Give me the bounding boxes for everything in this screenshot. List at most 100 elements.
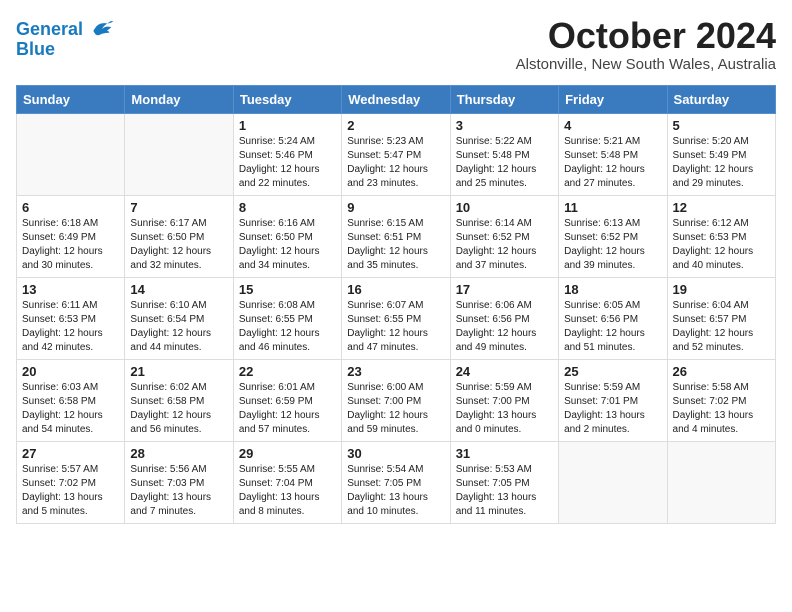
- day-info: Sunrise: 6:17 AM Sunset: 6:50 PM Dayligh…: [130, 217, 227, 273]
- calendar-cell: [17, 113, 125, 195]
- logo-text-blue: Blue: [16, 40, 55, 60]
- day-number: 5: [673, 118, 770, 133]
- day-info: Sunrise: 6:01 AM Sunset: 6:59 PM Dayligh…: [239, 381, 336, 437]
- calendar-cell: 29Sunrise: 5:55 AM Sunset: 7:04 PM Dayli…: [233, 441, 341, 523]
- day-info: Sunrise: 6:16 AM Sunset: 6:50 PM Dayligh…: [239, 217, 336, 273]
- day-number: 18: [564, 282, 661, 297]
- calendar-cell: 1 Sunrise: 5:24 AM Sunset: 5:46 PM Daylig…: [233, 113, 341, 195]
- day-number: 20: [22, 364, 119, 379]
- calendar-cell: 23 Sunrise: 6:00 AM Sunset: 7:00 PM Dayli…: [342, 359, 450, 441]
- day-number: 14: [130, 282, 227, 297]
- calendar-cell: 17 Sunrise: 6:06 AM Sunset: 6:56 PM Dayli…: [450, 277, 558, 359]
- day-number: 8: [239, 200, 336, 215]
- day-number: 26: [673, 364, 770, 379]
- weekday-header-thursday: Thursday: [450, 85, 558, 113]
- day-number: 4: [564, 118, 661, 133]
- day-info: Sunrise: 6:05 AM Sunset: 6:56 PM Dayligh…: [564, 299, 661, 355]
- weekday-header-friday: Friday: [559, 85, 667, 113]
- calendar-cell: 26 Sunrise: 5:58 AM Sunset: 7:02 PM Dayli…: [667, 359, 775, 441]
- calendar-cell: 18 Sunrise: 6:05 AM Sunset: 6:56 PM Dayli…: [559, 277, 667, 359]
- day-number: 15: [239, 282, 336, 297]
- calendar-cell: 21 Sunrise: 6:02 AM Sunset: 6:58 PM Dayli…: [125, 359, 233, 441]
- day-info: Sunrise: 5:23 AM Sunset: 5:47 PM Dayligh…: [347, 135, 444, 191]
- calendar-cell: 14Sunrise: 6:10 AM Sunset: 6:54 PM Dayli…: [125, 277, 233, 359]
- day-info: Sunrise: 5:54 AM Sunset: 7:05 PM Dayligh…: [347, 463, 444, 519]
- day-number: 10: [456, 200, 553, 215]
- weekday-header-row: SundayMondayTuesdayWednesdayThursdayFrid…: [17, 85, 776, 113]
- day-number: 22: [239, 364, 336, 379]
- title-block: October 2024 Alstonville, New South Wale…: [516, 16, 776, 73]
- calendar-cell: 31Sunrise: 5:53 AM Sunset: 7:05 PM Dayli…: [450, 441, 558, 523]
- calendar-cell: 9 Sunrise: 6:15 AM Sunset: 6:51 PM Daylig…: [342, 195, 450, 277]
- calendar-cell: 10 Sunrise: 6:14 AM Sunset: 6:52 PM Dayli…: [450, 195, 558, 277]
- calendar-table: SundayMondayTuesdayWednesdayThursdayFrid…: [16, 85, 776, 524]
- calendar-cell: [667, 441, 775, 523]
- calendar-cell: 15 Sunrise: 6:08 AM Sunset: 6:55 PM Dayli…: [233, 277, 341, 359]
- day-info: Sunrise: 6:04 AM Sunset: 6:57 PM Dayligh…: [673, 299, 770, 355]
- day-number: 2: [347, 118, 444, 133]
- day-number: 24: [456, 364, 553, 379]
- calendar-cell: 27Sunrise: 5:57 AM Sunset: 7:02 PM Dayli…: [17, 441, 125, 523]
- day-info: Sunrise: 6:14 AM Sunset: 6:52 PM Dayligh…: [456, 217, 553, 273]
- day-info: Sunrise: 6:00 AM Sunset: 7:00 PM Dayligh…: [347, 381, 444, 437]
- day-number: 23: [347, 364, 444, 379]
- week-row-1: 1 Sunrise: 5:24 AM Sunset: 5:46 PM Daylig…: [17, 113, 776, 195]
- calendar-cell: 19 Sunrise: 6:04 AM Sunset: 6:57 PM Dayli…: [667, 277, 775, 359]
- page-header: General Blue October 2024 Alstonville, N…: [16, 16, 776, 73]
- day-number: 19: [673, 282, 770, 297]
- calendar-cell: 22 Sunrise: 6:01 AM Sunset: 6:59 PM Dayli…: [233, 359, 341, 441]
- day-info: Sunrise: 5:20 AM Sunset: 5:49 PM Dayligh…: [673, 135, 770, 191]
- day-number: 12: [673, 200, 770, 215]
- day-info: Sunrise: 5:53 AM Sunset: 7:05 PM Dayligh…: [456, 463, 553, 519]
- day-info: Sunrise: 6:11 AM Sunset: 6:53 PM Dayligh…: [22, 299, 119, 355]
- day-info: Sunrise: 6:02 AM Sunset: 6:58 PM Dayligh…: [130, 381, 227, 437]
- day-number: 21: [130, 364, 227, 379]
- day-number: 1: [239, 118, 336, 133]
- weekday-header-saturday: Saturday: [667, 85, 775, 113]
- calendar-cell: 13 Sunrise: 6:11 AM Sunset: 6:53 PM Dayli…: [17, 277, 125, 359]
- day-number: 13: [22, 282, 119, 297]
- day-number: 17: [456, 282, 553, 297]
- day-number: 9: [347, 200, 444, 215]
- week-row-3: 13 Sunrise: 6:11 AM Sunset: 6:53 PM Dayli…: [17, 277, 776, 359]
- calendar-cell: 25Sunrise: 5:59 AM Sunset: 7:01 PM Dayli…: [559, 359, 667, 441]
- day-number: 6: [22, 200, 119, 215]
- logo-bird-icon: [87, 16, 115, 44]
- day-info: Sunrise: 5:21 AM Sunset: 5:48 PM Dayligh…: [564, 135, 661, 191]
- day-info: Sunrise: 5:59 AM Sunset: 7:00 PM Dayligh…: [456, 381, 553, 437]
- calendar-title: October 2024: [516, 16, 776, 56]
- calendar-cell: 8 Sunrise: 6:16 AM Sunset: 6:50 PM Daylig…: [233, 195, 341, 277]
- calendar-cell: 30Sunrise: 5:54 AM Sunset: 7:05 PM Dayli…: [342, 441, 450, 523]
- calendar-cell: 11Sunrise: 6:13 AM Sunset: 6:52 PM Dayli…: [559, 195, 667, 277]
- calendar-cell: 7 Sunrise: 6:17 AM Sunset: 6:50 PM Daylig…: [125, 195, 233, 277]
- calendar-cell: 6Sunrise: 6:18 AM Sunset: 6:49 PM Daylig…: [17, 195, 125, 277]
- weekday-header-sunday: Sunday: [17, 85, 125, 113]
- day-info: Sunrise: 6:06 AM Sunset: 6:56 PM Dayligh…: [456, 299, 553, 355]
- week-row-2: 6Sunrise: 6:18 AM Sunset: 6:49 PM Daylig…: [17, 195, 776, 277]
- calendar-cell: 12Sunrise: 6:12 AM Sunset: 6:53 PM Dayli…: [667, 195, 775, 277]
- day-info: Sunrise: 5:24 AM Sunset: 5:46 PM Dayligh…: [239, 135, 336, 191]
- day-number: 7: [130, 200, 227, 215]
- day-info: Sunrise: 6:08 AM Sunset: 6:55 PM Dayligh…: [239, 299, 336, 355]
- day-info: Sunrise: 5:22 AM Sunset: 5:48 PM Dayligh…: [456, 135, 553, 191]
- day-number: 25: [564, 364, 661, 379]
- weekday-header-monday: Monday: [125, 85, 233, 113]
- weekday-header-wednesday: Wednesday: [342, 85, 450, 113]
- calendar-cell: 20Sunrise: 6:03 AM Sunset: 6:58 PM Dayli…: [17, 359, 125, 441]
- day-number: 3: [456, 118, 553, 133]
- calendar-cell: [559, 441, 667, 523]
- calendar-cell: 16 Sunrise: 6:07 AM Sunset: 6:55 PM Dayli…: [342, 277, 450, 359]
- day-info: Sunrise: 5:58 AM Sunset: 7:02 PM Dayligh…: [673, 381, 770, 437]
- day-info: Sunrise: 6:07 AM Sunset: 6:55 PM Dayligh…: [347, 299, 444, 355]
- calendar-cell: 3 Sunrise: 5:22 AM Sunset: 5:48 PM Daylig…: [450, 113, 558, 195]
- day-number: 11: [564, 200, 661, 215]
- day-number: 16: [347, 282, 444, 297]
- day-number: 27: [22, 446, 119, 461]
- logo-text: General: [16, 20, 83, 40]
- calendar-cell: 28Sunrise: 5:56 AM Sunset: 7:03 PM Dayli…: [125, 441, 233, 523]
- week-row-5: 27Sunrise: 5:57 AM Sunset: 7:02 PM Dayli…: [17, 441, 776, 523]
- day-info: Sunrise: 5:55 AM Sunset: 7:04 PM Dayligh…: [239, 463, 336, 519]
- day-info: Sunrise: 6:15 AM Sunset: 6:51 PM Dayligh…: [347, 217, 444, 273]
- weekday-header-tuesday: Tuesday: [233, 85, 341, 113]
- day-number: 28: [130, 446, 227, 461]
